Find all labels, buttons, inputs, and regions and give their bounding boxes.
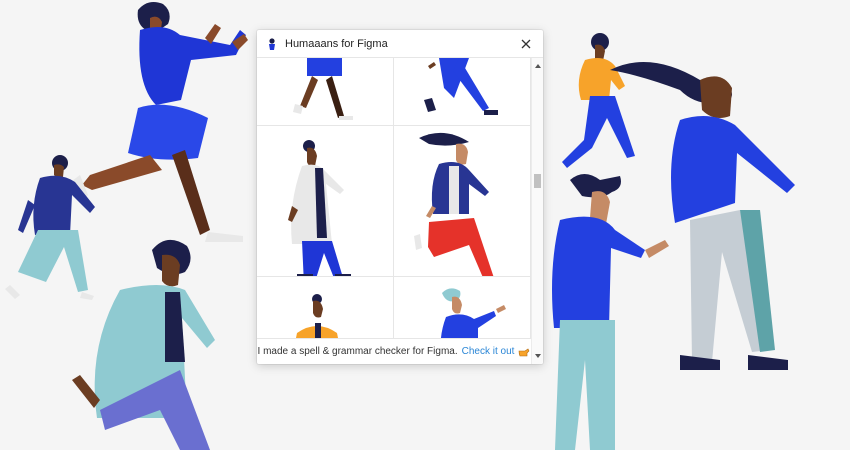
- grid-item[interactable]: [257, 277, 394, 338]
- grid-item[interactable]: [394, 126, 531, 277]
- walking-person-right-blue-hoodie: [610, 62, 795, 370]
- grid-item[interactable]: [257, 126, 394, 277]
- footer-text: I made a spell & grammar checker for Fig…: [257, 346, 458, 357]
- walking-person-orange-jacket: [562, 33, 635, 168]
- walking-person-thumbnail: [414, 132, 494, 276]
- plugin-title: Humaaans for Figma: [285, 37, 388, 50]
- person-thumbnail: [296, 294, 338, 338]
- scroll-up-arrow-icon[interactable]: [535, 64, 541, 68]
- person-thumbnail: [440, 288, 506, 338]
- grid-item[interactable]: [394, 277, 531, 338]
- vertical-scrollbar[interactable]: [531, 58, 543, 364]
- walking-person-navy-jacket: [5, 155, 95, 300]
- illustration-grid: [257, 58, 531, 338]
- figure-logo-icon: [269, 37, 275, 50]
- plugin-window: Humaaans for Figma I made a spell & gram…: [257, 30, 543, 364]
- walking-person-thumbnail: [424, 58, 498, 115]
- walking-person-blue-skirt: [72, 2, 248, 242]
- walking-person-bottom-right: [552, 174, 669, 450]
- close-button[interactable]: [517, 35, 535, 53]
- plugin-titlebar: Humaaans for Figma: [257, 30, 543, 58]
- walking-person-thumbnail: [288, 140, 351, 276]
- pointing-hand-icon: [519, 348, 530, 356]
- check-it-out-link[interactable]: Check it out: [462, 346, 515, 357]
- scrollbar-thumb[interactable]: [534, 174, 541, 188]
- grid-item[interactable]: [257, 58, 394, 126]
- close-icon: [521, 39, 531, 48]
- walking-person-thumbnail: [293, 58, 353, 120]
- scroll-down-arrow-icon[interactable]: [535, 354, 541, 358]
- plugin-footer: I made a spell & grammar checker for Fig…: [257, 338, 531, 364]
- walking-person-teal-coat: [72, 239, 215, 450]
- grid-item[interactable]: [394, 58, 531, 126]
